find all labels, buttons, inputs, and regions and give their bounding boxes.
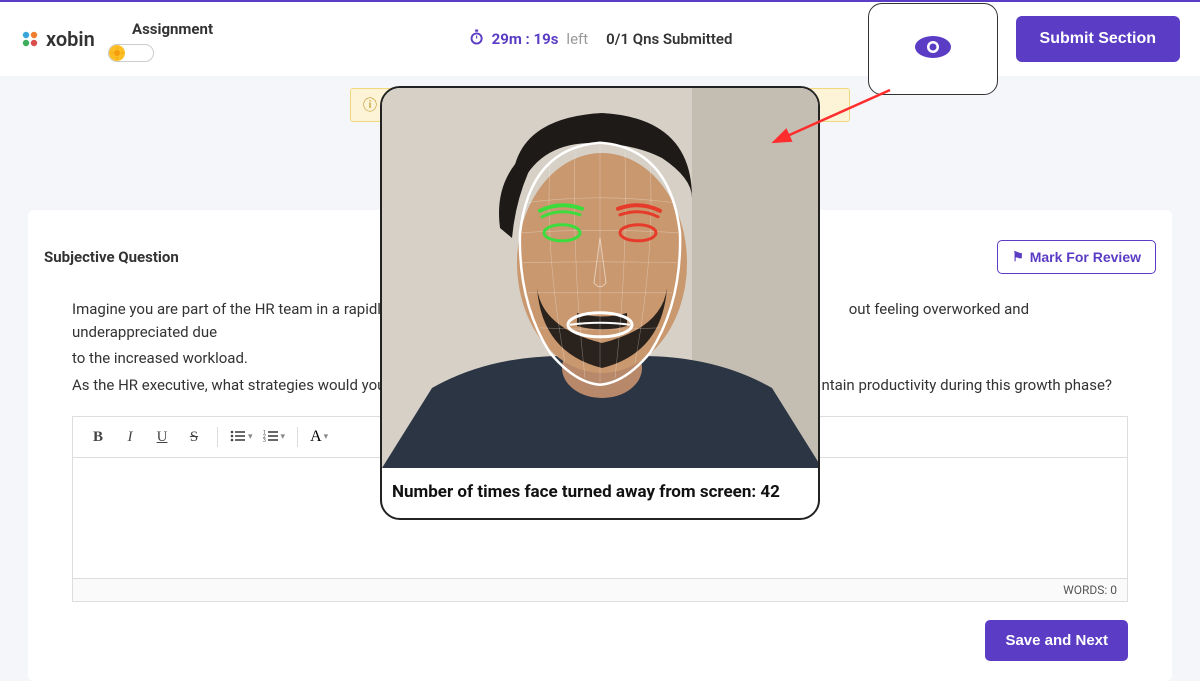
header-right: Submit Section (868, 0, 1180, 85)
info-icon: ⓘ (363, 95, 377, 115)
brand-name: xobin (46, 27, 95, 51)
font-color-letter: A (310, 428, 322, 446)
underline-button[interactable]: U (147, 423, 177, 451)
sun-icon (109, 45, 125, 61)
questions-submitted-status: 0/1 Qns Submitted (606, 30, 732, 48)
toolbar-separator (297, 427, 298, 447)
assignment-label: Assignment (132, 20, 213, 38)
numbered-list-dropdown[interactable]: 123 ▾ (259, 428, 290, 447)
font-color-dropdown[interactable]: A ▾ (306, 428, 332, 446)
flag-icon: ⚑ (1012, 249, 1024, 265)
strikethrough-button[interactable]: S (179, 423, 209, 451)
timer: 29m : 19s left (468, 28, 589, 51)
timer-value: 29m : 19s (492, 30, 559, 48)
theme-toggle-wrap (108, 44, 154, 66)
italic-button[interactable]: I (115, 423, 145, 451)
proctor-camera-overlay: Number of times face turned away from sc… (380, 86, 820, 520)
proctor-caption: Number of times face turned away from sc… (382, 468, 818, 518)
chevron-down-icon: ▾ (248, 432, 253, 442)
mark-for-review-button[interactable]: ⚑ Mark For Review (997, 240, 1156, 274)
save-next-wrap: Save and Next (28, 602, 1172, 681)
brand-logo: xobin (20, 27, 95, 51)
theme-toggle[interactable] (108, 44, 154, 62)
timer-suffix: left (566, 30, 588, 48)
save-and-next-button[interactable]: Save and Next (985, 620, 1128, 661)
word-count: WORDS: 0 (73, 578, 1127, 601)
bold-button[interactable]: B (83, 423, 113, 451)
header-center-info: 29m : 19s left 0/1 Qns Submitted (468, 28, 733, 51)
svg-text:3: 3 (263, 438, 266, 443)
app-header: xobin Assignment 29m : 19s left 0/1 Qns … (0, 0, 1200, 76)
face-mesh-overlay (490, 133, 710, 397)
proctor-eye-indicator[interactable] (868, 3, 998, 95)
eye-icon (913, 34, 953, 64)
chevron-down-icon: ▾ (324, 432, 329, 442)
toolbar-separator (217, 427, 218, 447)
submit-section-button[interactable]: Submit Section (1016, 16, 1180, 62)
bullet-list-dropdown[interactable]: ▾ (226, 428, 257, 447)
question-type-title: Subjective Question (44, 248, 179, 266)
xobin-logo-icon (20, 29, 40, 49)
numbered-list-icon: 123 (263, 428, 279, 447)
face-away-count: 42 (760, 482, 780, 502)
chevron-down-icon: ▾ (281, 432, 286, 442)
mark-review-label: Mark For Review (1030, 249, 1141, 265)
logo-group: xobin (20, 27, 95, 51)
proctor-video-feed (382, 88, 818, 468)
bullet-list-icon (230, 428, 246, 447)
stopwatch-icon (468, 28, 486, 51)
